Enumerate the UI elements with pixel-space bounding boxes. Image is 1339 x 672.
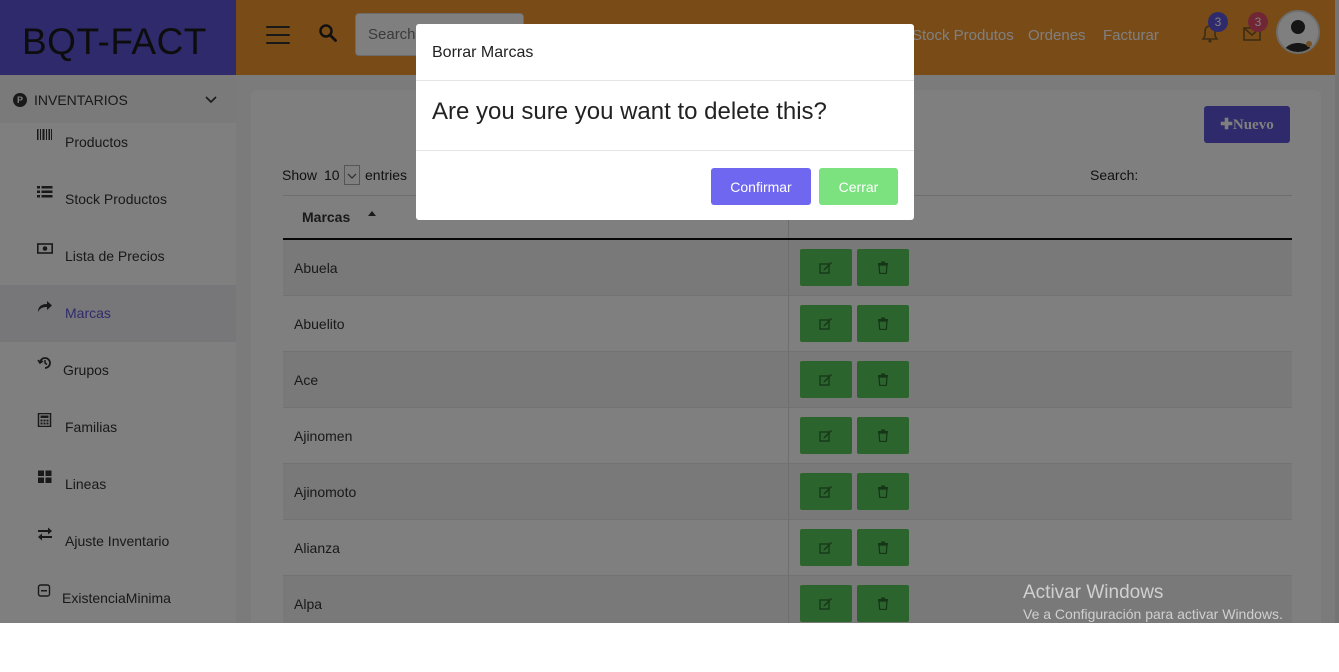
app-window: BQT-FACT Stock Produtos Ordenes Facturar… (0, 0, 1339, 623)
modal-message: Are you sure you want to delete this? (432, 98, 827, 125)
modal-footer: Confirmar Cerrar (416, 150, 914, 221)
modal-title: Borrar Marcas (432, 44, 534, 61)
close-button[interactable]: Cerrar (819, 168, 898, 205)
windows-watermark-title: Activar Windows (1023, 582, 1164, 603)
windows-watermark-subtitle: Ve a Configuración para activar Windows. (1023, 606, 1283, 622)
confirm-button[interactable]: Confirmar (711, 168, 811, 205)
modal-header: Borrar Marcas (416, 24, 914, 81)
delete-confirm-modal: Borrar Marcas Are you sure you want to d… (416, 24, 914, 220)
